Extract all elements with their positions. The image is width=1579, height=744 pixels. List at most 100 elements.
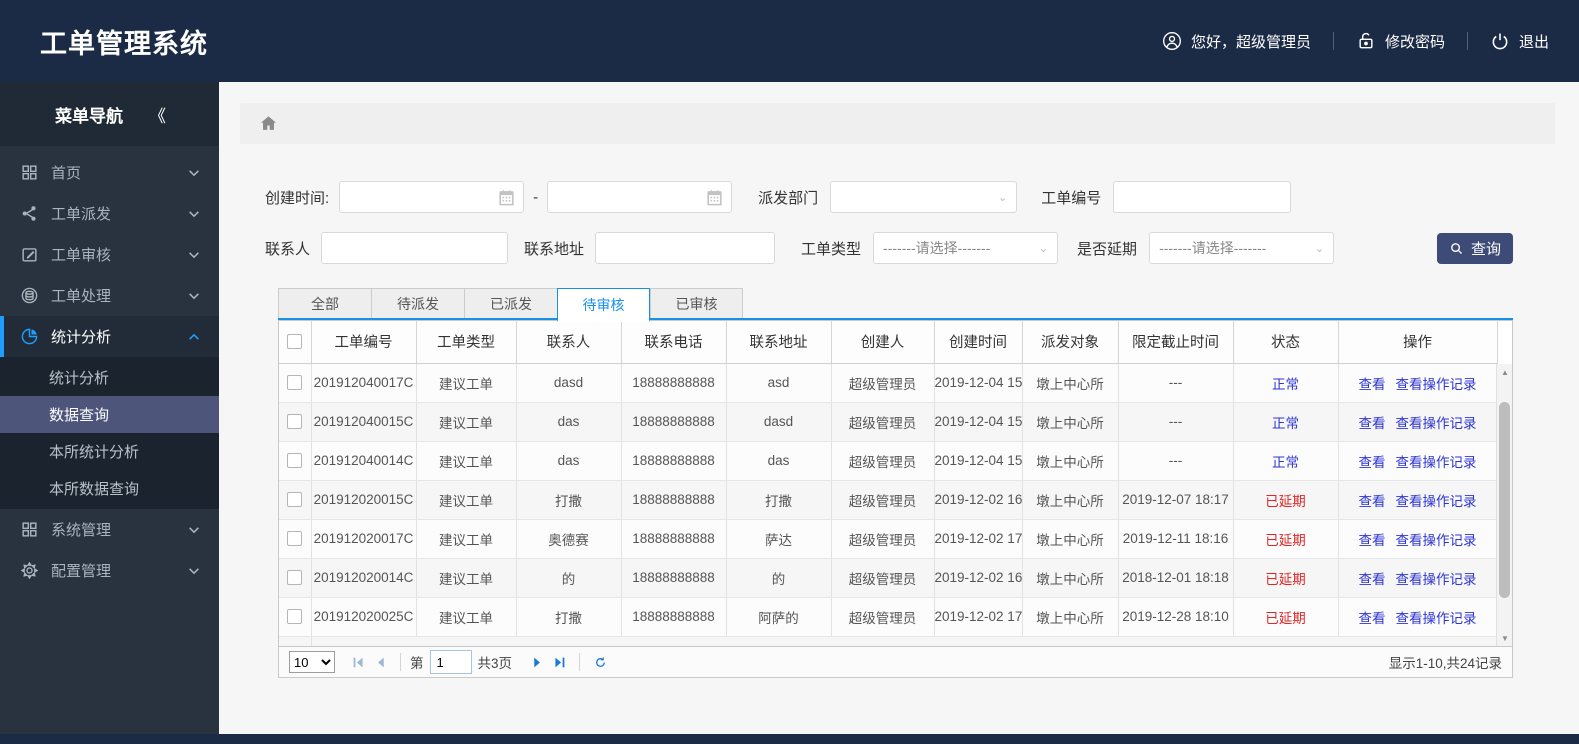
create-time-start-input[interactable] xyxy=(340,182,524,212)
view-log-link[interactable]: 查看操作记录 xyxy=(1396,533,1477,548)
cell-target: 墩上中心所 xyxy=(1022,441,1119,481)
row-checkbox[interactable] xyxy=(287,453,303,469)
sidebar-item-工单派发[interactable]: 工单派发 xyxy=(0,193,219,234)
view-link[interactable]: 查看 xyxy=(1359,611,1386,626)
page-prefix-label: 第 xyxy=(410,656,424,671)
scroll-up-icon[interactable]: ▲ xyxy=(1497,364,1512,380)
select-all-checkbox[interactable] xyxy=(287,334,303,350)
row-checkbox[interactable] xyxy=(287,375,303,391)
view-link[interactable]: 查看 xyxy=(1359,455,1386,470)
logout-button[interactable]: 退出 xyxy=(1490,31,1549,52)
sidebar-item-系统管理[interactable]: 系统管理 xyxy=(0,509,219,550)
sidebar-subitem-本所数据查询[interactable]: 本所数据查询 xyxy=(0,470,219,507)
view-log-link[interactable]: 查看操作记录 xyxy=(1396,494,1477,509)
sidebar-subitem-本所统计分析[interactable]: 本所统计分析 xyxy=(0,433,219,470)
sidebar-item-配置管理[interactable]: 配置管理 xyxy=(0,550,219,591)
table-row-partial xyxy=(279,636,1498,646)
order-no-input[interactable] xyxy=(1114,182,1291,212)
refresh-button[interactable] xyxy=(589,651,611,673)
view-link[interactable]: 查看 xyxy=(1359,377,1386,392)
calendar-icon[interactable] xyxy=(497,188,516,207)
total-pages-label: 共3页 xyxy=(477,656,513,671)
table-header-row: 工单编号 工单类型 联系人 联系电话 联系地址 创建人 创建时间 派发对象 限定截止时间 状态 操作 xyxy=(279,321,1498,364)
row-checkbox[interactable] xyxy=(287,609,303,625)
sidebar-item-统计分析[interactable]: 统计分析 xyxy=(0,316,219,357)
tab-待派发[interactable]: 待派发 xyxy=(371,288,464,320)
scrollbar-thumb[interactable] xyxy=(1499,402,1510,598)
cell-creator: 超级管理员 xyxy=(831,597,935,637)
prev-page-button[interactable] xyxy=(369,651,391,673)
cell-target: 墩上中心所 xyxy=(1022,402,1119,442)
sidebar-header: 菜单导航 《 xyxy=(0,82,219,146)
tab-已审核[interactable]: 已审核 xyxy=(650,288,743,320)
tab-全部[interactable]: 全部 xyxy=(278,288,371,320)
cell-order_no: 201912020015C xyxy=(311,480,417,520)
search-icon xyxy=(1451,242,1462,254)
main-content: 创建时间: - 派发部门 ⌄ 工单编号 联系人 联系地址 工单类型 ------… xyxy=(219,82,1579,734)
create-time-end-input[interactable] xyxy=(548,182,732,212)
last-page-button[interactable] xyxy=(548,651,570,673)
sidebar-item-工单审核[interactable]: 工单审核 xyxy=(0,234,219,275)
view-link[interactable]: 查看 xyxy=(1359,533,1386,548)
column-header-联系电话: 联系电话 xyxy=(621,321,727,364)
sidebar-collapse-icon[interactable]: 《 xyxy=(149,102,166,127)
status-tabs: 全部 待派发 已派发 待审核 已审核 xyxy=(278,288,1513,322)
table-row: 201912040015C 建议工单 das 18888888888 dasd 超级管理员… xyxy=(279,402,1498,442)
order-type-select[interactable]: -------请选择------- ⌄ xyxy=(873,232,1059,264)
contact-label: 联系人 xyxy=(265,240,311,258)
chevron-down-icon xyxy=(187,289,201,303)
row-checkbox[interactable] xyxy=(287,531,303,547)
view-log-link[interactable]: 查看操作记录 xyxy=(1396,455,1477,470)
row-checkbox[interactable] xyxy=(287,492,303,508)
prev-page-icon xyxy=(377,657,384,667)
page-number-input[interactable] xyxy=(429,650,472,674)
search-button[interactable]: 查询 xyxy=(1437,232,1513,264)
sidebar-item-工单处理[interactable]: 工单处理 xyxy=(0,275,219,316)
row-checkbox[interactable] xyxy=(287,414,303,430)
view-link[interactable]: 查看 xyxy=(1359,572,1386,587)
filter-row-1: 创建时间: - 派发部门 ⌄ 工单编号 xyxy=(219,181,1579,213)
address-input[interactable] xyxy=(596,233,775,263)
work-order-app: 工单管理系统 您好，超级管理员 修改密码 退出 菜单导航 《 首页 工单派发 工… xyxy=(0,0,1579,744)
cell-address: das xyxy=(726,441,832,481)
cell-status: 已延期 xyxy=(1233,519,1339,559)
tab-待审核[interactable]: 待审核 xyxy=(557,288,650,322)
view-log-link[interactable]: 查看操作记录 xyxy=(1396,572,1477,587)
calendar-icon[interactable] xyxy=(705,188,724,207)
cell-address: dasd xyxy=(726,402,832,442)
delayed-select[interactable]: -------请选择------- ⌄ xyxy=(1149,232,1335,264)
sidebar-title: 菜单导航 xyxy=(55,106,123,126)
cell-contact: 奥德赛 xyxy=(516,519,622,559)
cell-phone: 18888888888 xyxy=(621,519,727,559)
next-page-button[interactable] xyxy=(526,651,548,673)
view-log-link[interactable]: 查看操作记录 xyxy=(1396,416,1477,431)
work-order-table: 工单编号 工单类型 联系人 联系电话 联系地址 创建人 创建时间 派发对象 限定截止时间 状态 操作… xyxy=(278,320,1513,646)
user-greeting[interactable]: 您好，超级管理员 xyxy=(1162,31,1311,52)
cell-deadline: 2019-12-07 18:17 xyxy=(1118,480,1234,520)
first-page-button[interactable] xyxy=(347,651,369,673)
view-log-link[interactable]: 查看操作记录 xyxy=(1396,611,1477,626)
contact-input[interactable] xyxy=(322,233,508,263)
sidebar-item-label: 首页 xyxy=(51,165,82,182)
chevron-down-icon xyxy=(187,166,201,180)
grid-icon xyxy=(20,520,39,539)
change-password-button[interactable]: 修改密码 xyxy=(1356,31,1445,52)
cell-contact: 的 xyxy=(516,558,622,598)
cell-address: 打撒 xyxy=(726,480,832,520)
view-log-link[interactable]: 查看操作记录 xyxy=(1396,377,1477,392)
scroll-down-icon[interactable]: ▼ xyxy=(1497,630,1512,646)
home-icon[interactable] xyxy=(259,114,278,133)
view-link[interactable]: 查看 xyxy=(1359,416,1386,431)
tab-已派发[interactable]: 已派发 xyxy=(464,288,557,320)
view-link[interactable]: 查看 xyxy=(1359,494,1386,509)
row-checkbox[interactable] xyxy=(287,570,303,586)
sidebar-subitem-数据查询[interactable]: 数据查询 xyxy=(0,396,219,433)
create-time-start-field xyxy=(339,181,525,213)
dispatch-dept-select[interactable]: ⌄ xyxy=(830,181,1018,213)
cell-type: 建议工单 xyxy=(416,519,517,559)
sidebar-item-首页[interactable]: 首页 xyxy=(0,152,219,193)
page-size-select[interactable]: 10 xyxy=(289,651,335,673)
sidebar-subitem-统计分析[interactable]: 统计分析 xyxy=(0,359,219,396)
table-scrollbar[interactable]: ▲ ▼ xyxy=(1496,364,1512,646)
filter-row-2: 联系人 联系地址 工单类型 -------请选择------- ⌄ 是否延期 -… xyxy=(219,232,1579,264)
